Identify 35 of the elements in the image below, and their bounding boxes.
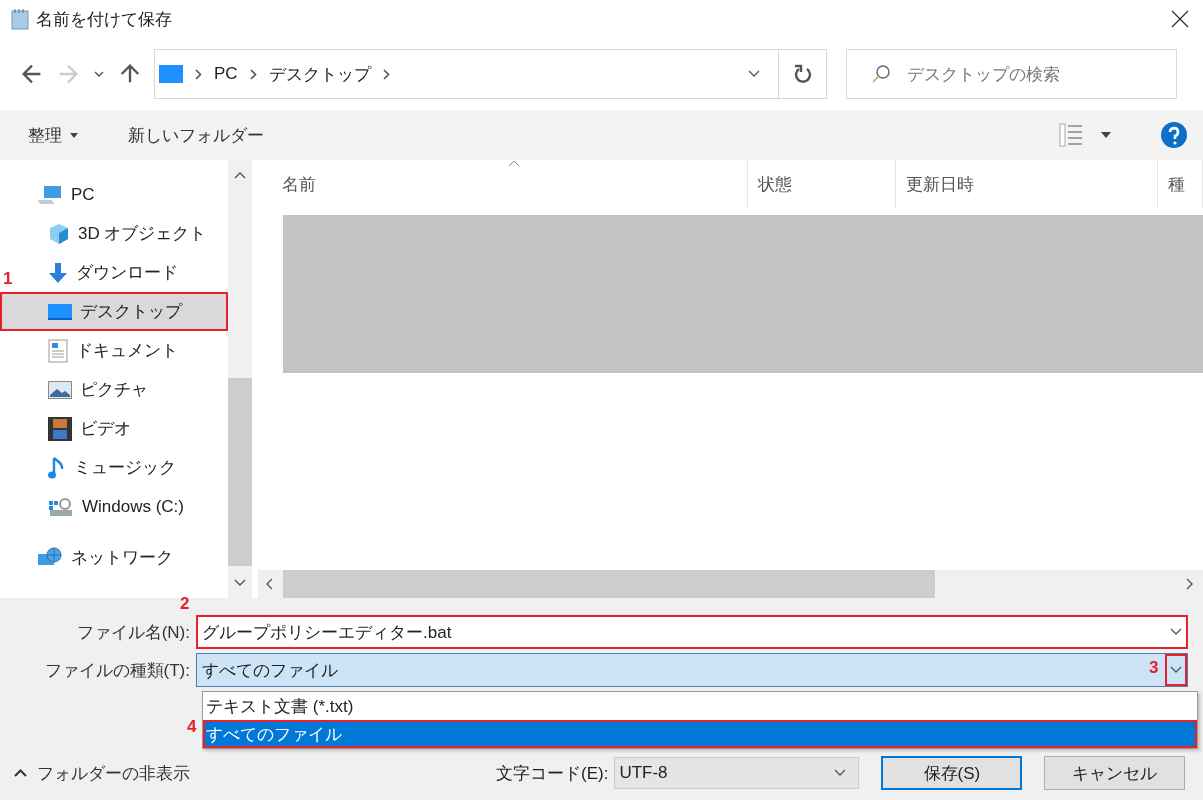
encoding-dropdown[interactable]: UTF-8: [614, 757, 860, 789]
callout-number: 1: [3, 270, 13, 287]
column-header[interactable]: 種: [1158, 160, 1203, 208]
dropdown-option[interactable]: すべてのファイル: [203, 720, 1197, 748]
file-name-label: ファイル名(N):: [75, 621, 191, 644]
sidebar-item[interactable]: ビデオ: [48, 409, 228, 448]
sidebar-item[interactable]: PC: [37, 175, 228, 214]
column-header[interactable]: 状態: [748, 160, 896, 208]
sidebar-item[interactable]: ネットワーク: [37, 538, 228, 577]
window-title: 名前を付けて保存: [36, 8, 173, 31]
new-folder-button[interactable]: 新しいフォルダー: [128, 123, 264, 147]
organize-button[interactable]: 整理: [28, 123, 78, 147]
sidebar-item[interactable]: 3D オブジェクト: [48, 214, 228, 253]
sidebar-item[interactable]: ダウンロード: [48, 253, 228, 292]
address-bar[interactable]: PC デスクトップ: [154, 49, 827, 99]
breadcrumb[interactable]: PC: [214, 64, 238, 84]
sidebar-item[interactable]: ピクチャ: [48, 370, 228, 409]
file-type-label: ファイルの種類(T):: [43, 659, 191, 682]
dialog-button[interactable]: 保存(S): [881, 756, 1023, 790]
sidebar-item[interactable]: ドキュメント: [48, 331, 228, 370]
sidebar-item[interactable]: Windows (C:): [48, 487, 228, 526]
column-header[interactable]: 更新日時: [896, 160, 1158, 208]
encoding-label: 文字コード(E):: [496, 762, 609, 785]
sidebar-item[interactable]: デスクトップ: [0, 292, 228, 331]
breadcrumb[interactable]: デスクトップ: [268, 62, 371, 86]
dialog-button[interactable]: キャンセル: [1044, 756, 1186, 790]
dropdown-option[interactable]: テキスト文書 (*.txt): [203, 692, 1197, 720]
file-type-dropdown[interactable]: すべてのファイル 3: [196, 653, 1188, 687]
sidebar-item[interactable]: ミュージック: [48, 448, 228, 487]
hide-folders-button[interactable]: フォルダーの非表示: [14, 761, 190, 785]
callout-number: 2: [180, 595, 190, 612]
callout-number: 4: [187, 718, 197, 735]
search-field[interactable]: デスクトップの検索: [846, 49, 1177, 99]
file-name-field[interactable]: グループポリシーエディター.bat: [196, 615, 1188, 649]
column-header[interactable]: 名前: [258, 160, 748, 208]
